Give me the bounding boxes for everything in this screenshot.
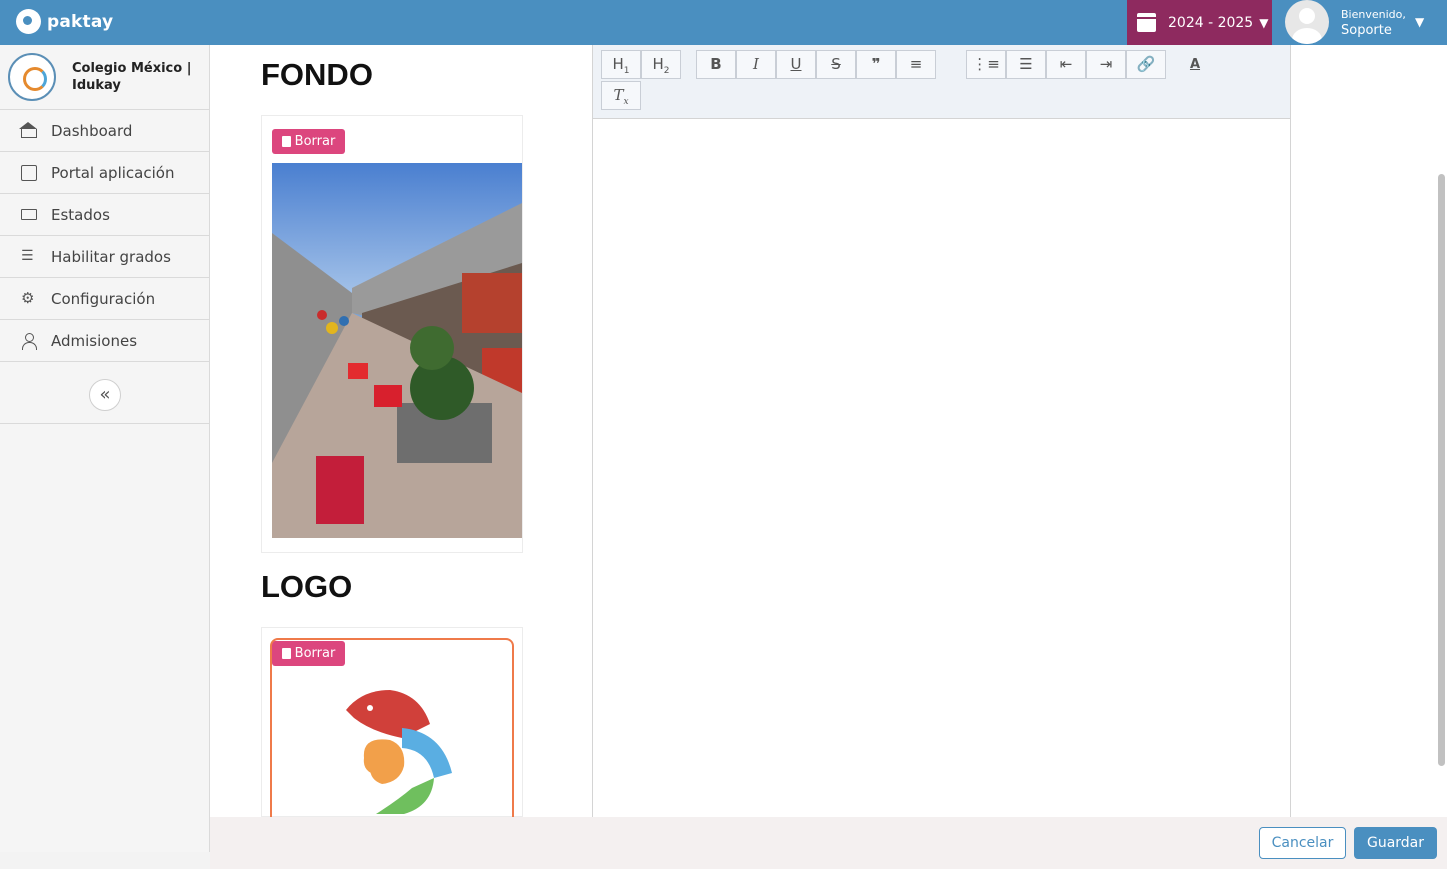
user-name: Soporte — [1341, 23, 1392, 38]
chevron-down-icon: ▼ — [1415, 15, 1425, 29]
heading1-button[interactable]: H1 — [601, 50, 641, 79]
ordered-list-button[interactable]: ⋮≡ — [966, 50, 1006, 79]
fondo-card: Borrar — [261, 115, 523, 553]
fondo-image — [272, 163, 522, 538]
scrollbar-thumb[interactable] — [1438, 174, 1445, 766]
cancel-button[interactable]: Cancelar — [1259, 827, 1346, 859]
clear-format-button[interactable]: Tx — [601, 81, 641, 110]
sidebar-item-configuracion[interactable]: Configuración — [0, 278, 209, 320]
heading2-button[interactable]: H2 — [641, 50, 681, 79]
editor-content-area[interactable] — [593, 119, 1290, 817]
sidebar-item-grados[interactable]: Habilitar grados — [0, 236, 209, 278]
sidebar-item-label: Estados — [51, 205, 110, 224]
underline-button[interactable]: U — [776, 50, 816, 79]
trash-icon — [281, 136, 291, 147]
quote-button[interactable]: ❞ — [856, 50, 896, 79]
delete-fondo-button[interactable]: Borrar — [272, 129, 345, 154]
top-bar: paktay 2024 - 2025 ▼ Bienvenido, Soporte… — [0, 0, 1447, 45]
folder-icon — [21, 209, 37, 220]
fondo-title: FONDO — [261, 57, 373, 92]
home-icon — [19, 122, 37, 138]
user-icon — [21, 332, 37, 350]
save-button[interactable]: Guardar — [1354, 827, 1437, 859]
sidebar-item-estados[interactable]: Estados — [0, 194, 209, 236]
brand-logo[interactable]: paktay — [16, 9, 113, 34]
gear-icon — [21, 290, 37, 307]
editor-toolbar: H1 H2 B I U S ❞ ≡ ⋮≡ ☰ ⇤ ⇥ 🔗 A Tx — [593, 45, 1290, 119]
bullet-list-button[interactable]: ☰ — [1006, 50, 1046, 79]
user-menu[interactable]: Bienvenido, Soporte ▼ — [1285, 0, 1433, 45]
chevron-down-icon: ▼ — [1259, 15, 1269, 30]
outdent-button[interactable]: ⇤ — [1046, 50, 1086, 79]
strike-button[interactable]: S — [816, 50, 856, 79]
school-name: Colegio México | Idukay — [72, 61, 192, 93]
sidebar: Colegio México | Idukay Dashboard Portal… — [0, 45, 210, 852]
sidebar-item-label: Configuración — [51, 289, 156, 308]
paktay-logo-icon — [16, 9, 41, 34]
school-year-label: 2024 - 2025 — [1168, 14, 1254, 31]
link-icon[interactable]: 🔗 — [1126, 50, 1166, 79]
collapse-sidebar-button[interactable]: « — [89, 379, 121, 411]
sidebar-item-admisiones[interactable]: Admisiones — [0, 320, 209, 362]
edit-icon — [21, 164, 37, 181]
school-header: Colegio México | Idukay — [0, 45, 209, 110]
avatar — [1285, 0, 1329, 44]
sidebar-item-label: Dashboard — [51, 121, 133, 140]
logo-title: LOGO — [261, 569, 353, 604]
sidebar-item-label: Habilitar grados — [51, 247, 171, 266]
courtyard-photo — [272, 163, 522, 538]
align-center-button[interactable]: ≡ — [896, 50, 936, 79]
sidebar-item-dashboard[interactable]: Dashboard — [0, 110, 209, 152]
rich-text-editor: H1 H2 B I U S ❞ ≡ ⋮≡ ☰ ⇤ ⇥ 🔗 A Tx — [592, 45, 1291, 817]
sidebar-item-label: Admisiones — [51, 331, 138, 350]
text-color-button[interactable]: A — [1175, 50, 1215, 79]
logo-selection-outline — [270, 638, 514, 842]
bold-button[interactable]: B — [696, 50, 736, 79]
sidebar-item-label: Portal aplicación — [51, 163, 175, 182]
delete-label: Borrar — [294, 134, 336, 149]
greeting: Bienvenido, — [1341, 8, 1406, 21]
brand-name: paktay — [47, 11, 114, 32]
sidebar-item-portal[interactable]: Portal aplicación — [0, 152, 209, 194]
school-crest-icon — [8, 53, 56, 101]
collapse-row: « — [0, 362, 209, 424]
indent-button[interactable]: ⇥ — [1086, 50, 1126, 79]
list-icon — [21, 248, 37, 265]
school-year-select[interactable]: 2024 - 2025 ▼ — [1127, 0, 1272, 45]
italic-button[interactable]: I — [736, 50, 776, 79]
calendar-icon — [1137, 13, 1156, 32]
